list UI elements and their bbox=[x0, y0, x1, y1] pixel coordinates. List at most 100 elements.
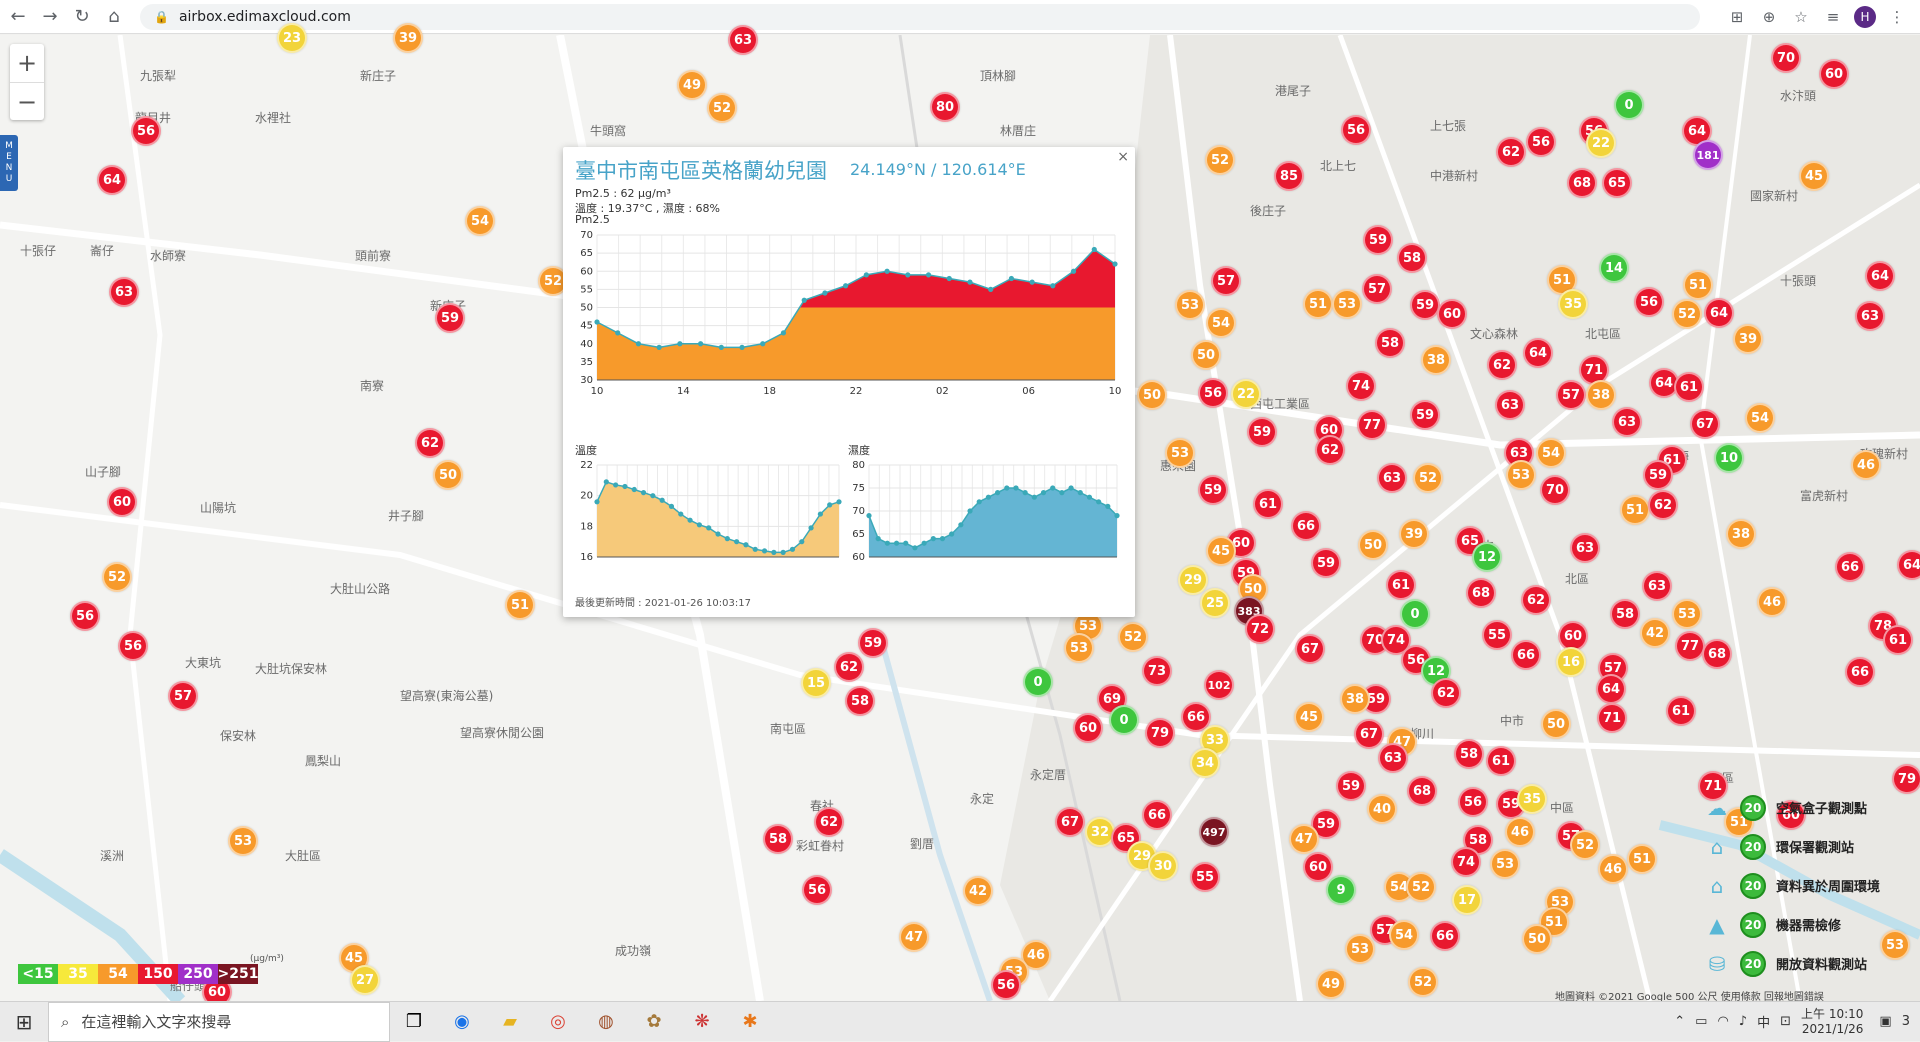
aqi-marker[interactable]: 58 bbox=[1610, 599, 1640, 629]
aqi-marker[interactable]: 70 bbox=[1540, 475, 1570, 505]
aqi-marker[interactable]: 56 bbox=[1458, 787, 1488, 817]
aqi-marker[interactable]: 64 bbox=[97, 165, 127, 195]
aqi-marker[interactable]: 64 bbox=[1596, 674, 1626, 704]
aqi-marker[interactable]: 63 bbox=[1377, 463, 1407, 493]
aqi-marker[interactable]: 73 bbox=[1142, 656, 1172, 686]
aqi-marker[interactable]: 79 bbox=[1145, 718, 1175, 748]
aqi-marker[interactable]: 67 bbox=[1055, 807, 1085, 837]
aqi-marker[interactable]: 64 bbox=[1704, 298, 1734, 328]
aqi-marker[interactable]: 10 bbox=[1714, 443, 1744, 473]
aqi-marker[interactable]: 77 bbox=[1675, 631, 1705, 661]
aqi-marker[interactable]: 67 bbox=[1354, 719, 1384, 749]
aqi-marker[interactable]: 53 bbox=[1672, 599, 1702, 629]
back-icon[interactable]: ← bbox=[4, 3, 32, 31]
app-icon[interactable]: ◍ bbox=[582, 1002, 630, 1042]
aqi-marker[interactable]: 25 bbox=[1200, 588, 1230, 618]
aqi-marker[interactable]: 50 bbox=[1137, 380, 1167, 410]
clock[interactable]: 上午 10:10 2021/1/26 bbox=[1801, 1007, 1863, 1037]
aqi-marker[interactable]: 52 bbox=[102, 562, 132, 592]
aqi-marker[interactable]: 42 bbox=[1640, 618, 1670, 648]
aqi-marker[interactable]: 54 bbox=[1206, 308, 1236, 338]
aqi-marker[interactable]: 0 bbox=[1614, 90, 1644, 120]
aqi-marker[interactable]: 53 bbox=[1490, 849, 1520, 879]
aqi-marker[interactable]: 38 bbox=[1421, 345, 1451, 375]
aqi-marker[interactable]: 61 bbox=[1486, 746, 1516, 776]
aqi-marker[interactable]: 49 bbox=[1316, 969, 1346, 999]
aqi-marker[interactable]: 63 bbox=[1570, 533, 1600, 563]
aqi-marker[interactable]: 39 bbox=[1733, 324, 1763, 354]
aqi-marker[interactable]: 22 bbox=[1231, 379, 1261, 409]
aqi-marker[interactable]: 54 bbox=[1536, 438, 1566, 468]
aqi-marker[interactable]: 74 bbox=[1451, 847, 1481, 877]
aqi-marker[interactable]: 45 bbox=[1294, 702, 1324, 732]
aqi-marker[interactable]: 53 bbox=[228, 826, 258, 856]
aqi-marker[interactable]: 55 bbox=[1190, 862, 1220, 892]
aqi-marker[interactable]: 55 bbox=[1482, 620, 1512, 650]
aqi-marker[interactable]: 49 bbox=[677, 70, 707, 100]
aqi-marker[interactable]: 45 bbox=[1206, 536, 1236, 566]
aqi-marker[interactable]: 16 bbox=[1556, 647, 1586, 677]
aqi-marker[interactable]: 63 bbox=[1378, 743, 1408, 773]
aqi-marker[interactable]: 63 bbox=[109, 277, 139, 307]
aqi-marker[interactable]: 59 bbox=[1198, 475, 1228, 505]
aqi-marker[interactable]: 66 bbox=[1291, 511, 1321, 541]
aqi-marker[interactable]: 57 bbox=[1211, 266, 1241, 296]
menu-tab[interactable]: M E N U bbox=[0, 135, 18, 191]
aqi-marker[interactable]: 68 bbox=[1407, 776, 1437, 806]
aqi-marker[interactable]: 52 bbox=[1406, 872, 1436, 902]
aqi-marker[interactable]: 59 bbox=[1311, 548, 1341, 578]
aqi-marker[interactable]: 64 bbox=[1523, 338, 1553, 368]
app-icon[interactable]: ✱ bbox=[726, 1002, 774, 1042]
aqi-marker[interactable]: 63 bbox=[1495, 390, 1525, 420]
aqi-marker[interactable]: 14 bbox=[1599, 253, 1629, 283]
aqi-marker[interactable]: 51 bbox=[1683, 270, 1713, 300]
network-icon[interactable]: ◠ bbox=[1717, 1014, 1728, 1029]
aqi-marker[interactable]: 52 bbox=[1205, 145, 1235, 175]
aqi-marker[interactable]: 68 bbox=[1702, 639, 1732, 669]
aqi-marker[interactable]: 54 bbox=[1745, 403, 1775, 433]
aqi-marker[interactable]: 63 bbox=[1612, 407, 1642, 437]
aqi-marker[interactable]: 66 bbox=[1845, 657, 1875, 687]
battery-icon[interactable]: ▭ bbox=[1695, 1014, 1707, 1029]
aqi-marker[interactable]: 50 bbox=[1358, 530, 1388, 560]
ime-indicator[interactable]: 中 bbox=[1757, 1012, 1770, 1031]
aqi-marker[interactable]: 58 bbox=[1397, 243, 1427, 273]
aqi-marker[interactable]: 60 bbox=[1437, 299, 1467, 329]
windows-start-icon[interactable]: ⊞ bbox=[0, 1002, 48, 1042]
aqi-marker[interactable]: 53 bbox=[1064, 633, 1094, 663]
aqi-marker[interactable]: 56 bbox=[70, 601, 100, 631]
aqi-marker[interactable]: 60 bbox=[107, 487, 137, 517]
aqi-marker[interactable]: 47 bbox=[1289, 824, 1319, 854]
aqi-marker[interactable]: 52 bbox=[1118, 622, 1148, 652]
aqi-marker[interactable]: 15 bbox=[801, 668, 831, 698]
aqi-marker[interactable]: 51 bbox=[505, 590, 535, 620]
app-icon[interactable]: ❋ bbox=[678, 1002, 726, 1042]
aqi-marker[interactable]: 12 bbox=[1472, 542, 1502, 572]
aqi-marker[interactable]: 32 bbox=[1085, 817, 1115, 847]
aqi-marker[interactable]: 181 bbox=[1693, 140, 1723, 170]
aqi-marker[interactable]: 62 bbox=[1431, 678, 1461, 708]
chevron-up-icon[interactable]: ⌃ bbox=[1674, 1014, 1685, 1029]
aqi-marker[interactable]: 53 bbox=[1345, 934, 1375, 964]
aqi-marker[interactable]: 51 bbox=[1620, 495, 1650, 525]
aqi-marker[interactable]: 77 bbox=[1357, 410, 1387, 440]
aqi-marker[interactable]: 67 bbox=[1295, 634, 1325, 664]
aqi-marker[interactable]: 59 bbox=[1336, 771, 1366, 801]
aqi-marker[interactable]: 63 bbox=[1642, 571, 1672, 601]
aqi-marker[interactable]: 66 bbox=[1142, 800, 1172, 830]
aqi-marker[interactable]: 46 bbox=[1757, 587, 1787, 617]
aqi-marker[interactable]: 72 bbox=[1245, 614, 1275, 644]
profile-avatar[interactable]: H bbox=[1854, 5, 1876, 28]
forward-icon[interactable]: → bbox=[36, 3, 64, 31]
aqi-marker[interactable]: 62 bbox=[1521, 585, 1551, 615]
aqi-marker[interactable]: 63 bbox=[1855, 301, 1885, 331]
notification-icon[interactable]: ▣ bbox=[1879, 1014, 1891, 1029]
aqi-marker[interactable]: 53 bbox=[1165, 438, 1195, 468]
aqi-marker[interactable]: 65 bbox=[1602, 168, 1632, 198]
aqi-marker[interactable]: 50 bbox=[1541, 709, 1571, 739]
volume-icon[interactable]: ♪ bbox=[1739, 1014, 1747, 1029]
aqi-marker[interactable]: 70 bbox=[1771, 43, 1801, 73]
aqi-marker[interactable]: 50 bbox=[1191, 340, 1221, 370]
aqi-marker[interactable]: 46 bbox=[1851, 450, 1881, 480]
aqi-marker[interactable]: 56 bbox=[802, 875, 832, 905]
